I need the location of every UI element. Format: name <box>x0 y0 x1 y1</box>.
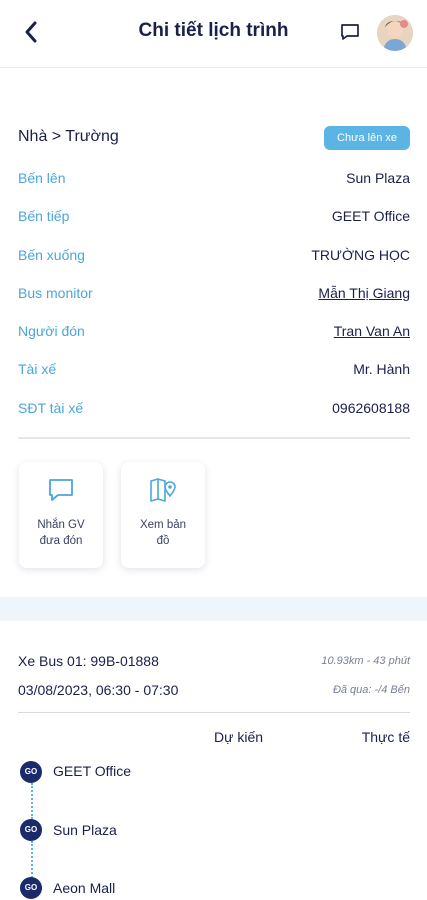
info-label: SĐT tài xế <box>18 400 84 416</box>
app-header: Chi tiết lịch trình <box>0 0 427 68</box>
bus-name: Xe Bus 01: 99B-01888 <box>18 653 159 669</box>
route-row: Nhà > Trường Chưa lên xe <box>18 126 410 150</box>
bus-distance: 10.93km - 43 phút <box>321 655 410 667</box>
info-label: Người đón <box>18 323 85 339</box>
info-row-next-stop: Bến tiếp GEET Office <box>18 208 410 228</box>
bus-time: 03/08/2023, 06:30 - 07:30 <box>18 682 179 698</box>
section-separator <box>0 597 427 621</box>
column-actual: Thực tế <box>361 729 410 745</box>
stop-name: Aeon Mall <box>53 880 116 896</box>
action-label-line: Nhắn GV <box>37 519 85 531</box>
action-label: Nhắn GV đưa đón <box>23 517 99 549</box>
info-row-pickup-stop: Bến lên Sun Plaza <box>18 170 410 190</box>
info-value: Mr. Hành <box>353 361 410 377</box>
page-title: Chi tiết lịch trình <box>138 20 289 41</box>
info-row-driver: Tài xế Mr. Hành <box>18 361 410 381</box>
avatar[interactable] <box>377 15 413 51</box>
info-row-driver-phone: SĐT tài xế 0962608188 <box>18 400 410 420</box>
action-label: Xem bản đồ <box>125 517 201 549</box>
action-label-line: Xem bản <box>139 519 187 531</box>
stop-name: GEET Office <box>53 763 132 779</box>
divider <box>18 712 410 713</box>
bus-passed-stops: Đã qua: -/4 Bến <box>332 684 410 696</box>
info-label: Bến tiếp <box>18 208 70 224</box>
action-label-line: đồ <box>156 535 170 547</box>
info-value: GEET Office <box>331 208 410 224</box>
info-value: 0962608188 <box>332 400 410 416</box>
chat-icon <box>49 479 73 501</box>
map-icon <box>150 478 176 502</box>
timeline-connector <box>31 841 33 878</box>
info-label: Bus monitor <box>18 285 93 301</box>
info-row-bus-monitor: Bus monitor Mẫn Thị Giang <box>18 285 410 305</box>
stop-marker-icon: GO <box>20 819 42 841</box>
timeline-connector <box>31 783 33 819</box>
chat-icon <box>341 24 359 40</box>
info-row-picker: Người đón Tran Van An <box>18 323 410 343</box>
stop-marker-icon: GO <box>20 761 42 783</box>
divider <box>18 437 410 439</box>
avatar-image <box>377 15 413 51</box>
stop-name: Sun Plaza <box>53 822 117 838</box>
message-teacher-button[interactable]: Nhắn GV đưa đón <box>19 462 103 568</box>
view-map-button[interactable]: Xem bản đồ <box>121 462 205 568</box>
stop-marker-icon: GO <box>20 877 42 899</box>
info-label: Bến xuống <box>18 247 85 263</box>
bus-monitor-link[interactable]: Mẫn Thị Giang <box>318 285 410 301</box>
info-label: Tài xế <box>18 361 57 377</box>
chat-button[interactable] <box>340 22 362 44</box>
action-label-line: đưa đón <box>39 535 83 547</box>
route-title: Nhà > Trường <box>18 128 119 145</box>
status-badge: Chưa lên xe <box>324 126 410 150</box>
info-value: Sun Plaza <box>346 170 410 186</box>
picker-link[interactable]: Tran Van An <box>334 323 410 339</box>
info-label: Bến lên <box>18 170 66 186</box>
info-value: TRƯỜNG HỌC <box>311 247 410 263</box>
info-row-dropoff-stop: Bến xuống TRƯỜNG HỌC <box>18 247 410 267</box>
column-expected: Dự kiến <box>214 729 264 745</box>
